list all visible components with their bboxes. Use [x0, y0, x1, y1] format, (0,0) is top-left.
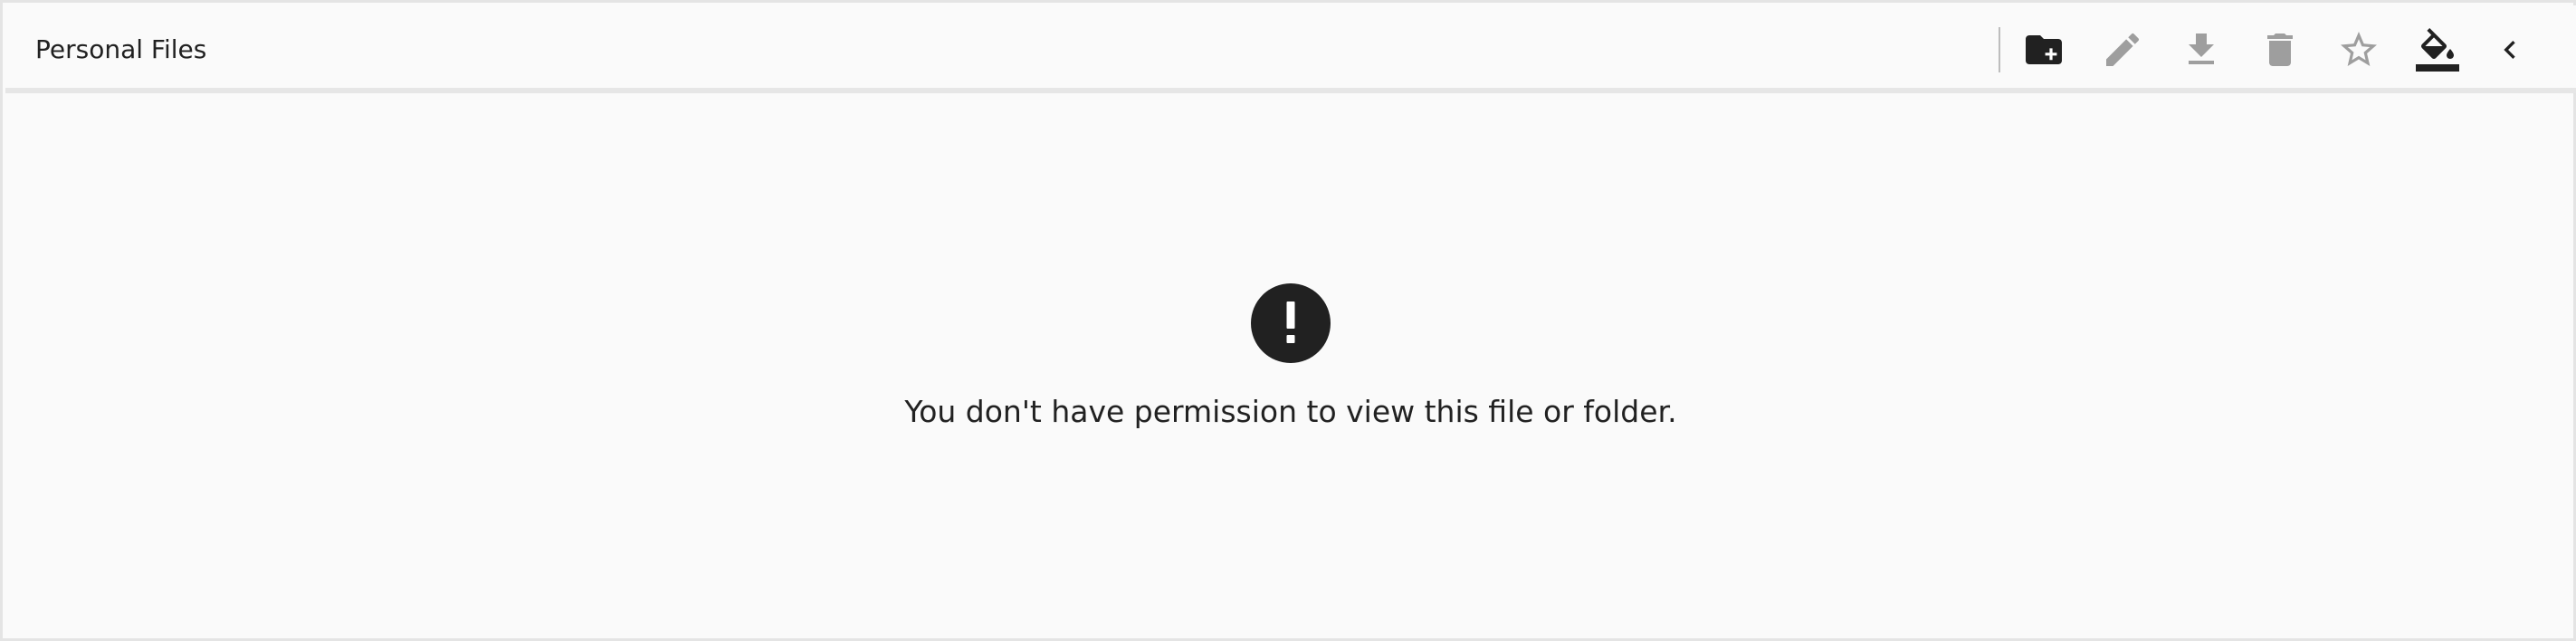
- download-button[interactable]: [2174, 23, 2228, 77]
- create-folder-icon: [2026, 35, 2062, 64]
- pencil-icon: [2106, 33, 2140, 66]
- chevron-left-icon: [2504, 41, 2515, 59]
- exclamation-circle-icon: [1251, 283, 1331, 363]
- paint-bucket-icon: [2416, 28, 2459, 72]
- permission-message: You don't have permission to view this f…: [904, 394, 1677, 429]
- trash-icon: [2267, 33, 2293, 66]
- favorite-button[interactable]: [2332, 23, 2386, 77]
- edit-button[interactable]: [2095, 23, 2150, 77]
- download-icon: [2189, 33, 2214, 64]
- page-title: Personal Files: [35, 34, 207, 64]
- toolbar-header: Personal Files: [5, 5, 2576, 93]
- collapse-button[interactable]: [2483, 23, 2537, 77]
- toolbar-divider: [1999, 27, 2000, 72]
- delete-button[interactable]: [2253, 23, 2307, 77]
- theme-button[interactable]: [2410, 23, 2465, 77]
- main-content: You don't have permission to view this f…: [5, 99, 2576, 641]
- star-outline-icon: [2341, 32, 2377, 66]
- create-folder-button[interactable]: [2017, 23, 2071, 77]
- file-browser-window: Personal Files You don't have permission…: [0, 0, 2576, 641]
